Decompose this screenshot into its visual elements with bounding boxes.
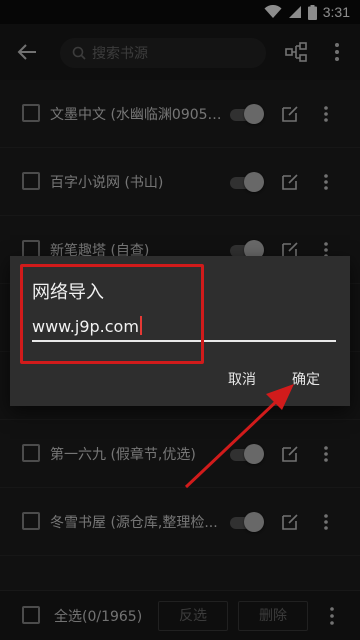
ok-button[interactable]: 确定 xyxy=(292,369,320,389)
annotation-highlight-box xyxy=(20,264,204,364)
cancel-button[interactable]: 取消 xyxy=(228,369,256,389)
